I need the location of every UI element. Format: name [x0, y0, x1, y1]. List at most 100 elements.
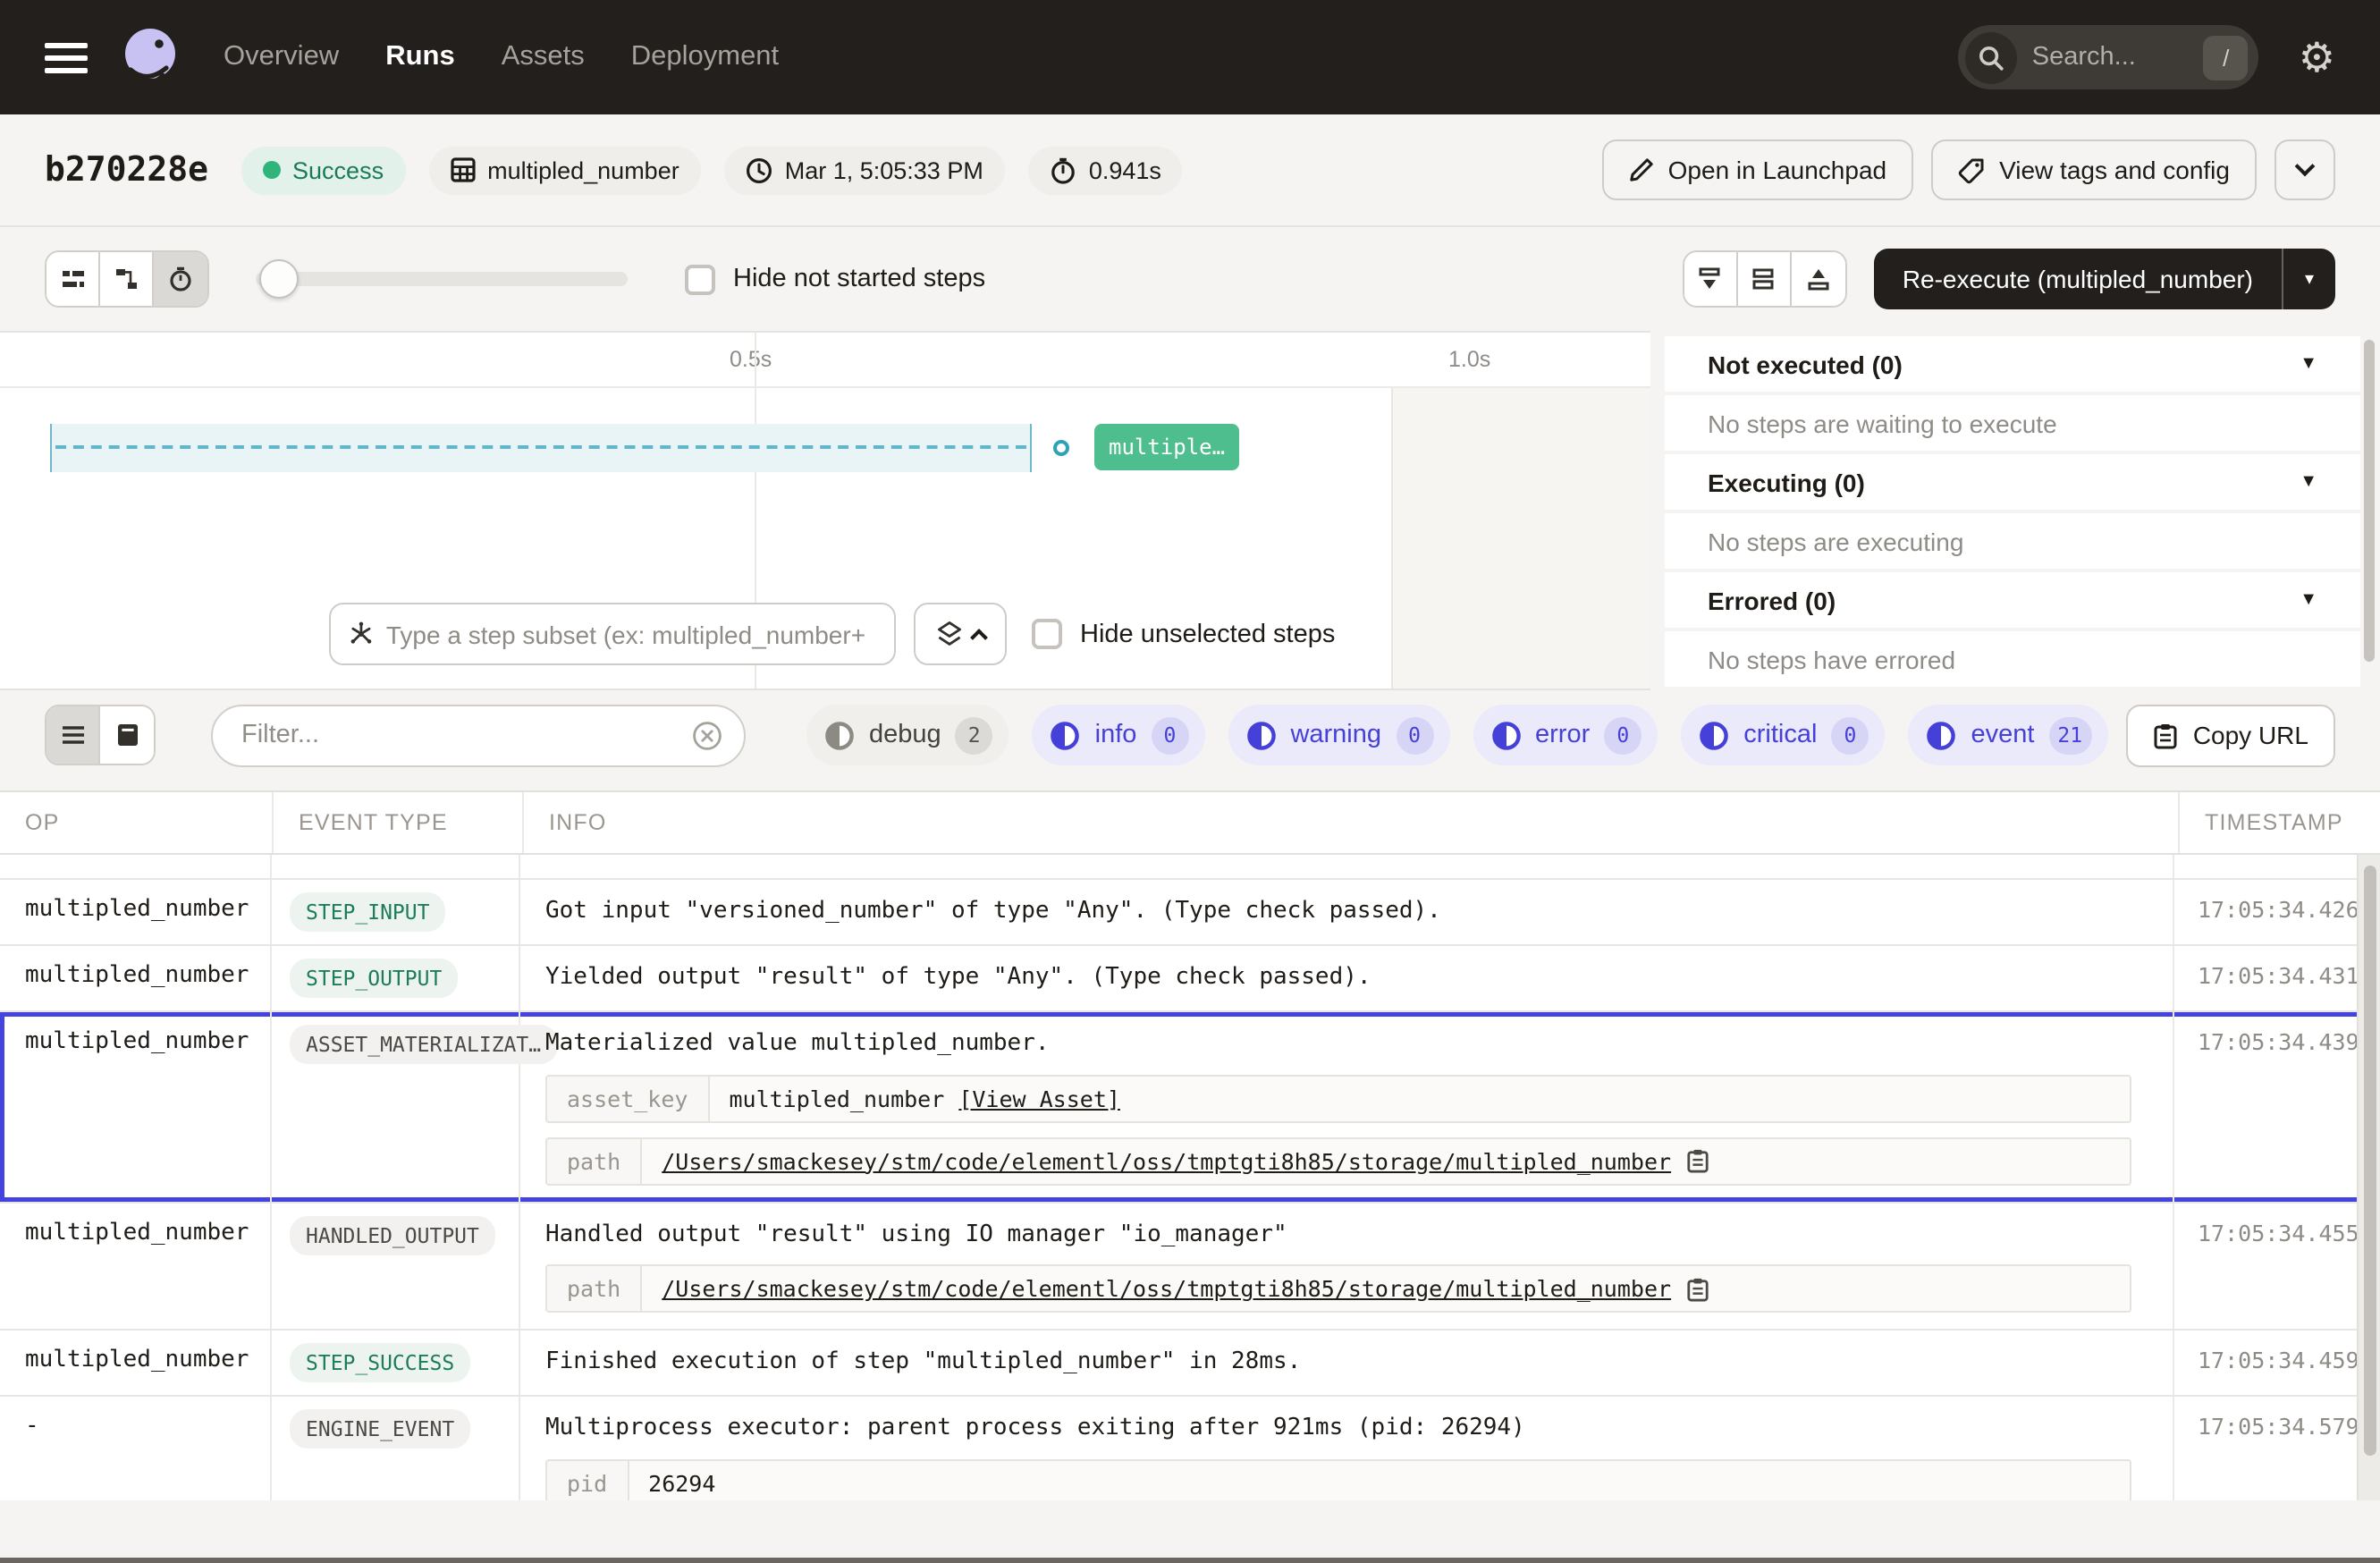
re-execute-dropdown-caret[interactable]: ▾: [2282, 249, 2335, 309]
log-info-text: Handled output "result" using IO manager…: [545, 1219, 2148, 1250]
level-toggle-info[interactable]: info0: [1033, 705, 1205, 765]
event-type-badge: STEP_OUTPUT: [290, 959, 458, 998]
zoom-slider[interactable]: [256, 272, 628, 286]
dagster-logo-icon[interactable]: [116, 23, 184, 91]
gantt-time-axis: 0.5s 1.0s: [0, 333, 1650, 388]
run-start-time-pill: Mar 1, 5:05:33 PM: [724, 146, 1005, 194]
collapse-up-button[interactable]: [1792, 252, 1845, 306]
log-scrollbar-track[interactable]: [2357, 855, 2380, 1500]
re-execute-button[interactable]: Re-execute (multipled_number) ▾: [1874, 249, 2335, 309]
level-count-badge: 21: [2048, 716, 2091, 754]
hide-unselected-checkbox[interactable]: [1032, 619, 1062, 649]
step-chip[interactable]: multiple…: [1094, 424, 1239, 470]
clipboard-icon[interactable]: [1685, 1276, 1709, 1301]
run-id: b270228e: [45, 150, 208, 190]
level-toggle-warning[interactable]: warning0: [1228, 705, 1449, 765]
hide-not-started-label: Hide not started steps: [733, 265, 985, 293]
clear-filter-icon[interactable]: [692, 720, 722, 750]
split-panels-button[interactable]: [1738, 252, 1792, 306]
hide-not-started-checkbox[interactable]: [685, 264, 715, 294]
partial-log-row: [0, 855, 2380, 880]
level-toggle-critical[interactable]: critical0: [1681, 705, 1885, 765]
clock-icon: [746, 156, 772, 183]
log-op-cell: multipled_number: [0, 946, 272, 1010]
nav-item-overview[interactable]: Overview: [224, 41, 339, 73]
section-header-not-executed[interactable]: Not executed (0)▼: [1665, 336, 2360, 392]
half-toggle-icon: [1926, 720, 1956, 750]
metadata-key: path: [547, 1138, 642, 1183]
timer-icon: [1050, 156, 1076, 183]
view-asset-link[interactable]: [View Asset]: [958, 1085, 1120, 1111]
hide-unselected-checkbox-row[interactable]: Hide unselected steps: [1032, 619, 1335, 649]
log-timestamp: 17:05:34.459: [2174, 1331, 2357, 1395]
log-op-cell: multipled_number: [0, 1012, 272, 1201]
after-run-shading: [1391, 388, 1650, 689]
path-link[interactable]: /Users/smackesey/stm/code/elementl/oss/t…: [662, 1147, 1671, 1174]
zoom-slider-handle[interactable]: [259, 259, 299, 299]
open-in-launchpad-button[interactable]: Open in Launchpad: [1602, 139, 1913, 200]
log-info-cell: Handled output "result" using IO manager…: [520, 1203, 2174, 1329]
run-actions-chevron-button[interactable]: [2275, 139, 2335, 200]
metadata-value: /Users/smackesey/stm/code/elementl/oss/t…: [642, 1266, 2130, 1311]
caret-down-icon: ▼: [2300, 472, 2317, 492]
log-row[interactable]: multipled_numberSTEP_SUCCESSFinished exe…: [0, 1331, 2380, 1397]
event-type-badge: ENGINE_EVENT: [290, 1409, 470, 1449]
log-row[interactable]: multipled_number STEP_OUTPUT Yielded outpu…: [0, 946, 2380, 1012]
hide-not-started-checkbox-row[interactable]: Hide not started steps: [685, 264, 985, 294]
log-row[interactable]: multipled_numberSTEP_INPUTGot input "ver…: [0, 880, 2380, 946]
log-row[interactable]: multipled_numberHANDLED_OUTPUTHandled ou…: [0, 1203, 2380, 1331]
column-header-op: OP: [0, 810, 272, 835]
waterfall-view-button[interactable]: [100, 252, 154, 306]
step-marker-circle: [1053, 440, 1069, 456]
menu-icon[interactable]: [45, 42, 88, 72]
log-structured-view-button[interactable]: [100, 706, 154, 764]
log-event-type-cell: STEP_OUTPUT: [272, 946, 520, 1010]
log-timestamp: 17:05:34.579: [2174, 1397, 2357, 1500]
log-info-cell: Yielded output "result" of type "Any". (…: [520, 946, 2174, 1010]
log-info-cell: Got input "versioned_number" of type "An…: [520, 880, 2174, 944]
view-tags-config-button[interactable]: View tags and config: [1931, 139, 2257, 200]
global-search[interactable]: /: [1959, 25, 2259, 89]
timed-view-button[interactable]: [154, 252, 207, 306]
log-row[interactable]: multipled_numberASSET_MATERIALIZAT…Mater…: [0, 1012, 2380, 1203]
log-row[interactable]: -ENGINE_EVENTMultiprocess executor: pare…: [0, 1397, 2380, 1500]
panel-scrollbar[interactable]: [2364, 340, 2375, 662]
search-shortcut-badge: /: [2204, 35, 2249, 80]
nav-item-deployment[interactable]: Deployment: [631, 41, 779, 73]
level-toggles: debug2 info0 warning0 error0 critical0 event2…: [806, 705, 2107, 765]
level-toggle-error[interactable]: error0: [1473, 705, 1658, 765]
log-list-view-button[interactable]: [46, 706, 100, 764]
collapse-down-button[interactable]: [1684, 252, 1738, 306]
step-waiting-bar[interactable]: [50, 424, 1032, 472]
step-status-panel: Not executed (0)▼ No steps are waiting t…: [1665, 336, 2360, 690]
clipboard-icon[interactable]: [1685, 1148, 1709, 1173]
level-toggle-debug[interactable]: debug2: [806, 705, 1009, 765]
column-header-timestamp: TIMESTAMP: [2180, 810, 2362, 835]
nav-item-assets[interactable]: Assets: [502, 41, 585, 73]
graph-query-toggle-button[interactable]: [914, 603, 1007, 665]
gear-icon[interactable]: ⚙: [2299, 37, 2335, 78]
run-job-pill[interactable]: multipled_number: [428, 146, 701, 194]
nav-item-runs[interactable]: Runs: [385, 41, 455, 73]
log-event-type-cell: STEP_SUCCESS: [272, 1331, 520, 1395]
run-duration-pill: 0.941s: [1028, 146, 1183, 194]
step-subset-input[interactable]: [386, 620, 876, 648]
copy-url-button[interactable]: Copy URL: [2127, 704, 2335, 766]
bottom-edge-strip: [0, 1558, 2380, 1563]
metadata-row: path/Users/smackesey/stm/code/elementl/o…: [545, 1264, 2131, 1313]
metadata-value: /Users/smackesey/stm/code/elementl/oss/t…: [642, 1138, 2130, 1183]
level-toggle-event[interactable]: event21: [1908, 705, 2107, 765]
section-header-errored[interactable]: Errored (0)▼: [1665, 572, 2360, 628]
section-header-executing[interactable]: Executing (0)▼: [1665, 454, 2360, 510]
half-toggle-icon: [824, 720, 855, 750]
log-timestamp: 17:05:34.431: [2174, 946, 2357, 1010]
log-toolbar: debug2 info0 warning0 error0 critical0 event2…: [0, 690, 2380, 790]
level-count-badge: 0: [1151, 716, 1188, 754]
path-link[interactable]: /Users/smackesey/stm/code/elementl/oss/t…: [662, 1275, 1671, 1302]
log-scrollbar-thumb[interactable]: [2364, 866, 2376, 1456]
log-info-text: Got input "versioned_number" of type "An…: [545, 896, 2148, 927]
flat-view-button[interactable]: [46, 252, 100, 306]
search-input[interactable]: [2032, 43, 2175, 72]
log-filter-input[interactable]: [241, 721, 692, 749]
layers-icon: [936, 621, 961, 647]
